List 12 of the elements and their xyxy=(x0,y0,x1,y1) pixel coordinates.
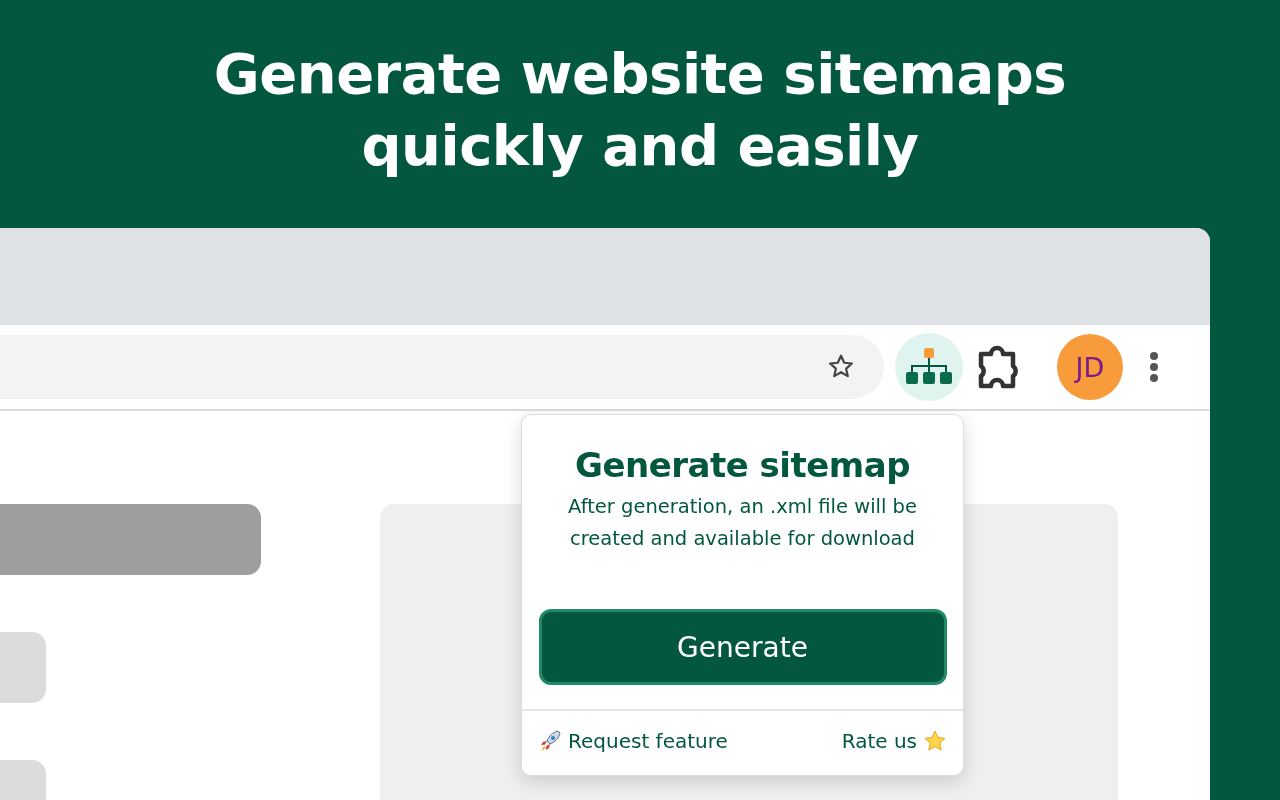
footer-link[interactable]: Rate us xyxy=(841,729,917,753)
generate-button[interactable]: Generate xyxy=(538,609,947,685)
placeholder-bar xyxy=(0,632,46,703)
popup-title: Generate sitemap xyxy=(575,445,910,485)
star-icon xyxy=(923,729,947,753)
popup-description: After generation, an .xml file will be created and available for download xyxy=(567,494,918,552)
menu-icon[interactable] xyxy=(1149,351,1159,383)
sitemap-icon xyxy=(906,348,952,386)
rocket-icon xyxy=(538,729,562,753)
headline: Generate website sitemaps quickly and easily xyxy=(213,40,1067,180)
footer-link[interactable]: Request feature xyxy=(568,729,728,753)
profile-avatar[interactable]: JD xyxy=(1057,334,1123,400)
